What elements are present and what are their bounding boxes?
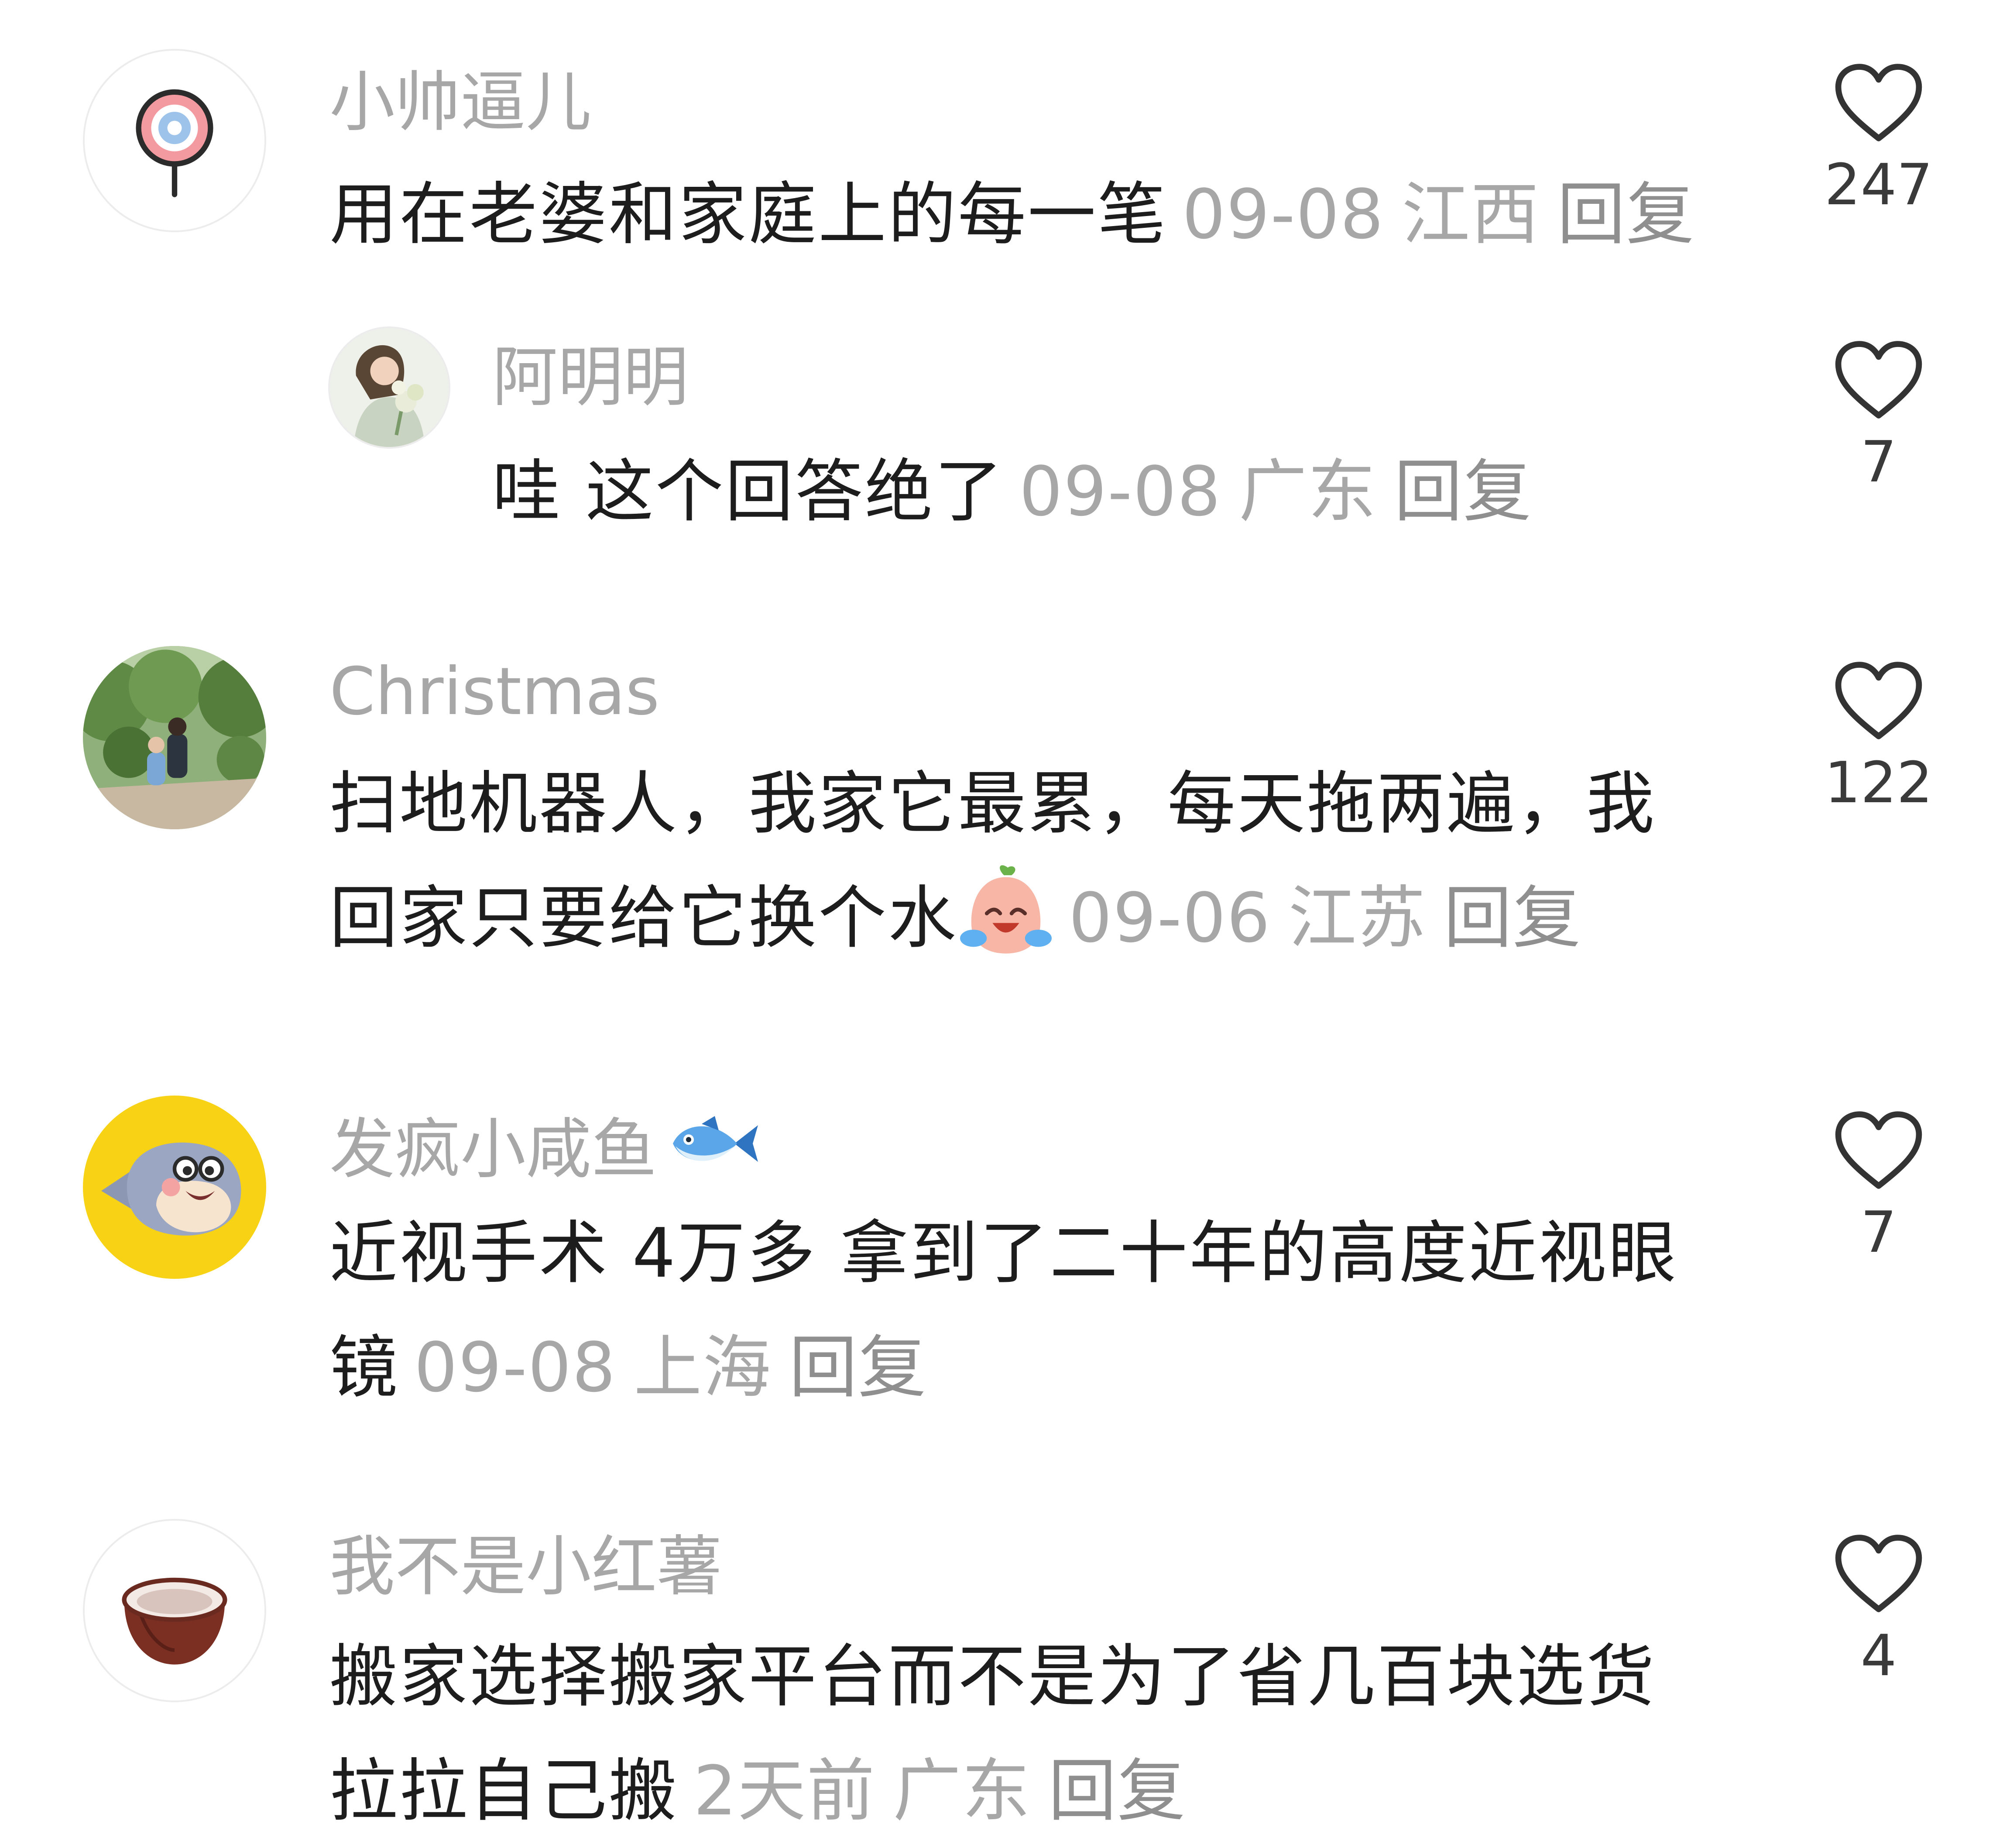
- heart-icon: [1835, 662, 1922, 739]
- comment-date: 09-08: [1019, 452, 1221, 531]
- reply-button[interactable]: 回复: [1557, 175, 1695, 254]
- username[interactable]: 发疯小咸鱼: [329, 1111, 761, 1182]
- comment-body[interactable]: 哇 这个回答绝了 09-08 广东 回复: [492, 434, 1714, 549]
- heart-icon: [1835, 1111, 1922, 1189]
- like-button[interactable]: 7: [1800, 338, 1957, 493]
- cartoon-fish-icon: [83, 1096, 266, 1279]
- reply-button[interactable]: 回复: [1394, 452, 1532, 531]
- avatar[interactable]: [83, 1519, 266, 1702]
- like-button[interactable]: 247: [1800, 61, 1957, 216]
- comment-date: 09-08: [1182, 175, 1385, 254]
- like-button[interactable]: 7: [1800, 1109, 1957, 1264]
- heart-icon: [1835, 64, 1922, 141]
- username[interactable]: 我不是小红薯: [329, 1534, 722, 1600]
- comment-body[interactable]: 近视手术 4万多 拿到了二十年的高度近视眼镜 09-08 上海 回复: [329, 1196, 1704, 1425]
- garden-photo: [83, 646, 266, 829]
- avatar[interactable]: [83, 646, 266, 829]
- comment-date: 2天前: [693, 1751, 876, 1831]
- comment-text: 用在老婆和家庭上的每一笔: [329, 175, 1167, 254]
- woman-with-flowers-photo: [330, 328, 449, 447]
- comment-date: 09-08: [414, 1328, 617, 1407]
- username-text: 发疯小咸鱼: [329, 1112, 657, 1188]
- like-count: 7: [1860, 429, 1897, 495]
- heart-icon: [1835, 341, 1922, 419]
- comment-location: 广东: [893, 1751, 1031, 1831]
- username[interactable]: 阿明明: [492, 345, 689, 410]
- username[interactable]: Christmas: [329, 659, 659, 725]
- reply-button[interactable]: 回复: [1444, 878, 1581, 958]
- heart-icon: [1835, 1535, 1922, 1612]
- username[interactable]: 小帅逼儿: [329, 70, 591, 135]
- comment-location: 广东: [1238, 452, 1377, 531]
- avatar[interactable]: [83, 1096, 266, 1279]
- comment-body[interactable]: 用在老婆和家庭上的每一笔 09-08 江西 回复: [329, 157, 1704, 271]
- like-count: 7: [1860, 1199, 1897, 1265]
- reply-button[interactable]: 回复: [1048, 1751, 1186, 1831]
- comment-location: 上海: [634, 1328, 772, 1407]
- reply-button[interactable]: 回复: [789, 1328, 927, 1407]
- comment-body[interactable]: 扫地机器人，我家它最累，每天拖两遍，我回家只要给它换个水 09-06 江苏 回复: [329, 746, 1704, 975]
- comment-location: 江苏: [1288, 878, 1427, 958]
- like-count: 247: [1824, 151, 1933, 218]
- comment-date: 09-06: [1069, 878, 1271, 958]
- comment-location: 江西: [1402, 175, 1540, 254]
- coconut-bowl-icon: [85, 1521, 264, 1700]
- like-count: 4: [1860, 1622, 1897, 1689]
- lollipop-icon: [85, 51, 264, 230]
- comment-body[interactable]: 搬家选择搬家平台而不是为了省几百块选货拉拉自己搬 2天前 广东 回复: [329, 1619, 1704, 1848]
- like-count: 122: [1824, 749, 1933, 816]
- comment-list: 小帅逼儿 用在老婆和家庭上的每一笔 09-08 江西 回复 247 阿明明 哇 …: [0, 0, 2003, 1844]
- fish-emoji: [673, 1116, 758, 1162]
- avatar[interactable]: [83, 49, 266, 232]
- comment-text: 哇 这个回答绝了: [492, 452, 1005, 531]
- crying-laughing-emoji: [960, 865, 1052, 954]
- like-button[interactable]: 4: [1800, 1532, 1957, 1687]
- like-button[interactable]: 122: [1800, 659, 1957, 814]
- avatar[interactable]: [328, 326, 450, 449]
